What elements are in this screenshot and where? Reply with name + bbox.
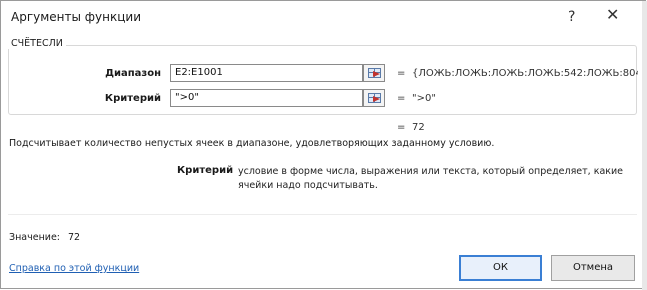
criteria-input[interactable]: ">0" — [170, 89, 363, 107]
function-help-link[interactable]: Справка по этой функции — [9, 263, 139, 274]
help-icon[interactable]: ? — [568, 9, 575, 25]
function-description: Подсчитывает количество непустых ячеек в… — [9, 138, 495, 149]
function-result-equals: = — [397, 122, 406, 133]
criteria-equals: = — [397, 93, 406, 104]
function-result-value: 72 — [412, 122, 425, 133]
range-result: {ЛОЖЬ:ЛОЖЬ:ЛОЖЬ:ЛОЖЬ:542:ЛОЖЬ:804:Л — [412, 68, 638, 79]
criteria-result: ">0" — [412, 93, 436, 104]
range-input[interactable]: E2:E1001 — [170, 64, 363, 82]
criteria-collapse-button[interactable] — [363, 89, 385, 107]
ok-button[interactable]: ОК — [459, 255, 542, 281]
dialog-title: Аргументы функции — [11, 10, 142, 24]
argument-label-criteria: Критерий — [104, 93, 161, 104]
function-arguments-dialog: Аргументы функции ? ✕ СЧЁТЕСЛИ Диапазон … — [0, 0, 647, 290]
range-equals: = — [397, 68, 406, 79]
argument-label-range: Диапазон — [105, 68, 161, 79]
argument-help-label: Критерий — [177, 165, 234, 176]
value-result: 72 — [68, 232, 81, 243]
cancel-button[interactable]: Отмена — [551, 255, 635, 281]
argument-help-text: условие в форме числа, выражения или тек… — [238, 166, 624, 191]
range-collapse-button[interactable] — [363, 64, 385, 82]
close-icon[interactable]: ✕ — [606, 7, 619, 23]
window-edge — [642, 1, 647, 290]
divider — [8, 214, 637, 215]
value-label: Значение: — [9, 232, 61, 243]
function-name: СЧЁТЕСЛИ — [8, 38, 66, 49]
title-bar: Аргументы функции ? ✕ — [1, 1, 645, 35]
